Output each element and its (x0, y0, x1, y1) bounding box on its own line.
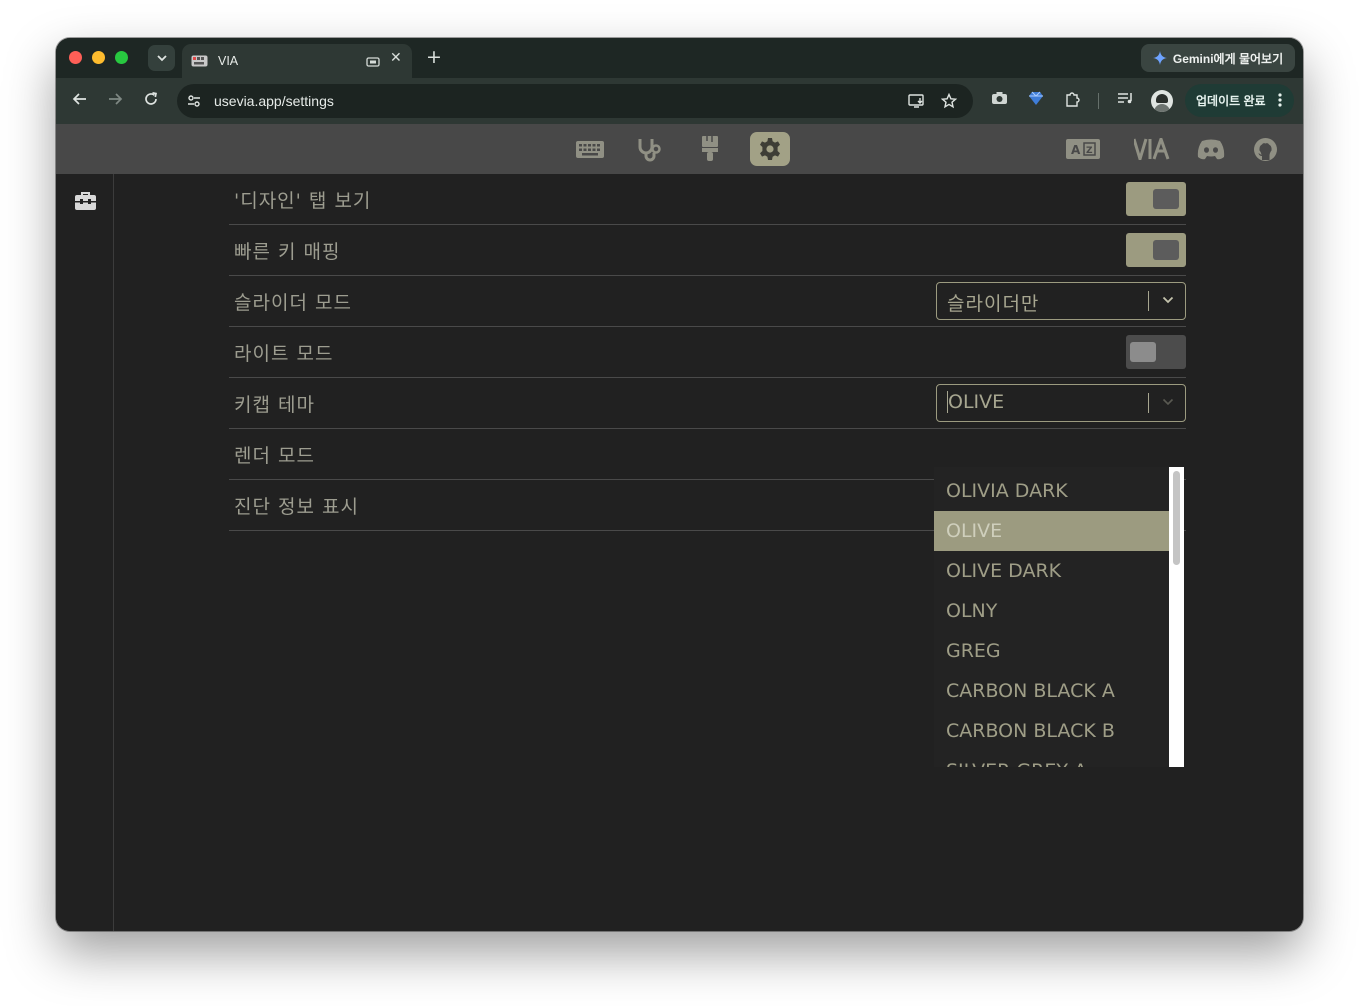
site-info-icon[interactable] (186, 93, 202, 109)
minimize-window-button[interactable] (92, 51, 105, 64)
theme-option[interactable]: OLIVE DARK (934, 551, 1169, 591)
setting-label: 빠른 키 매핑 (234, 241, 341, 263)
theme-option[interactable]: SILVER GREY A (934, 751, 1169, 767)
media-queue-icon[interactable] (1117, 91, 1134, 106)
theme-option[interactable]: OLNY (934, 591, 1169, 631)
svg-text:Z: Z (1086, 146, 1093, 156)
toggle-knob (1153, 189, 1179, 209)
zoom-window-button[interactable] (115, 51, 128, 64)
settings-page: '디자인' 탭 보기 빠른 키 매핑 슬라이더 모드 슬라이더만 라이트 모드 … (56, 174, 1303, 931)
theme-option[interactable]: OLIVIA DARK (934, 471, 1169, 511)
via-favicon-icon (191, 54, 209, 68)
tab-strip: VIA ✕ + Gemini에게 물어보기 (56, 38, 1303, 78)
keyboard-icon[interactable] (576, 141, 604, 158)
theme-option[interactable]: CARBON BLACK A (934, 671, 1169, 711)
chevron-down-icon (1162, 296, 1174, 304)
settings-sidebar (56, 174, 114, 931)
keycap-theme-dropdown: OLIVIA DARK OLIVE OLIVE DARK OLNY GREG C… (934, 467, 1184, 767)
discord-icon[interactable] (1197, 139, 1225, 160)
profile-avatar[interactable] (1151, 90, 1173, 112)
slider-mode-select[interactable]: 슬라이더만 (936, 282, 1186, 320)
setting-label: '디자인' 탭 보기 (234, 190, 372, 212)
chevron-down-icon (156, 55, 167, 62)
svg-text:A: A (1071, 143, 1081, 157)
settings-row-keycap-theme: 키캡 테마 OLIVE (229, 378, 1186, 429)
chevron-down-icon (1162, 398, 1174, 406)
light-mode-toggle[interactable] (1126, 335, 1186, 369)
gemini-sparkle-icon (1152, 51, 1167, 65)
bookmark-star-icon[interactable] (941, 93, 957, 109)
settings-row-slider-mode: 슬라이더 모드 슬라이더만 (229, 276, 1186, 327)
theme-option[interactable]: CARBON BLACK B (934, 711, 1169, 751)
update-label: 업데이트 완료 (1196, 94, 1266, 108)
toggle-knob (1130, 342, 1156, 362)
toggle-knob (1153, 240, 1179, 260)
tab-media-icon[interactable] (366, 53, 380, 72)
address-bar[interactable]: usevia.app/settings (177, 84, 973, 118)
url-text: usevia.app/settings (214, 93, 334, 109)
setting-label: 진단 정보 표시 (234, 496, 359, 518)
paintbrush-icon[interactable] (700, 136, 720, 162)
close-window-button[interactable] (69, 51, 82, 64)
settings-row-fast-key-mapping: 빠른 키 매핑 (229, 225, 1186, 276)
tab-close-icon[interactable]: ✕ (390, 50, 402, 66)
reload-icon[interactable] (143, 91, 159, 107)
browser-toolbar: usevia.app/settings 업데이트 완료 (56, 78, 1303, 124)
setting-label: 라이트 모드 (234, 343, 334, 365)
gemini-label: Gemini에게 물어보기 (1172, 51, 1284, 66)
new-tab-button[interactable]: + (426, 46, 442, 68)
setting-label: 키캡 테마 (234, 394, 315, 416)
tab-search-button[interactable] (148, 45, 175, 71)
via-menu-bar: AZ (56, 124, 1303, 174)
select-separator (1148, 393, 1149, 413)
camera-extension-icon[interactable] (991, 91, 1008, 106)
theme-option[interactable]: GREG (934, 631, 1169, 671)
browser-tab[interactable]: VIA ✕ (182, 44, 412, 78)
github-icon[interactable] (1254, 138, 1277, 161)
extensions-puzzle-icon[interactable] (1064, 91, 1081, 108)
keycode-ab-icon[interactable]: AZ (1066, 139, 1100, 159)
browser-window: VIA ✕ + Gemini에게 물어보기 usevia.app/setting… (56, 38, 1303, 931)
toolbox-icon[interactable] (75, 192, 96, 210)
toolbar-divider (1098, 93, 1099, 109)
select-separator (1148, 291, 1149, 311)
more-menu-icon (1278, 93, 1282, 107)
scrollbar-thumb[interactable] (1173, 471, 1180, 565)
ask-gemini-button[interactable]: Gemini에게 물어보기 (1141, 44, 1295, 72)
slider-mode-value: 슬라이더만 (947, 293, 1040, 315)
gear-icon (760, 138, 780, 160)
stethoscope-icon[interactable] (636, 137, 662, 163)
fast-key-mapping-toggle[interactable] (1126, 233, 1186, 267)
forward-arrow-icon[interactable] (107, 91, 123, 107)
dropdown-scrollbar[interactable] (1169, 467, 1184, 767)
keycap-theme-select[interactable]: OLIVE (936, 384, 1186, 422)
update-complete-button[interactable]: 업데이트 완료 (1185, 84, 1294, 117)
setting-label: 렌더 모드 (234, 445, 315, 467)
gem-extension-icon[interactable] (1028, 91, 1044, 106)
design-tab-toggle[interactable] (1126, 182, 1186, 216)
theme-option-selected[interactable]: OLIVE (934, 511, 1169, 551)
via-logo[interactable] (1134, 138, 1176, 160)
setting-label: 슬라이더 모드 (234, 292, 352, 314)
keycap-theme-value: OLIVE (947, 391, 1005, 413)
back-arrow-icon[interactable] (72, 91, 88, 107)
settings-row-light-mode: 라이트 모드 (229, 327, 1186, 378)
settings-row-design-tab: '디자인' 탭 보기 (229, 174, 1186, 225)
tab-title: VIA (218, 54, 239, 68)
settings-tab-button[interactable] (750, 132, 790, 166)
install-app-icon[interactable] (908, 93, 926, 109)
